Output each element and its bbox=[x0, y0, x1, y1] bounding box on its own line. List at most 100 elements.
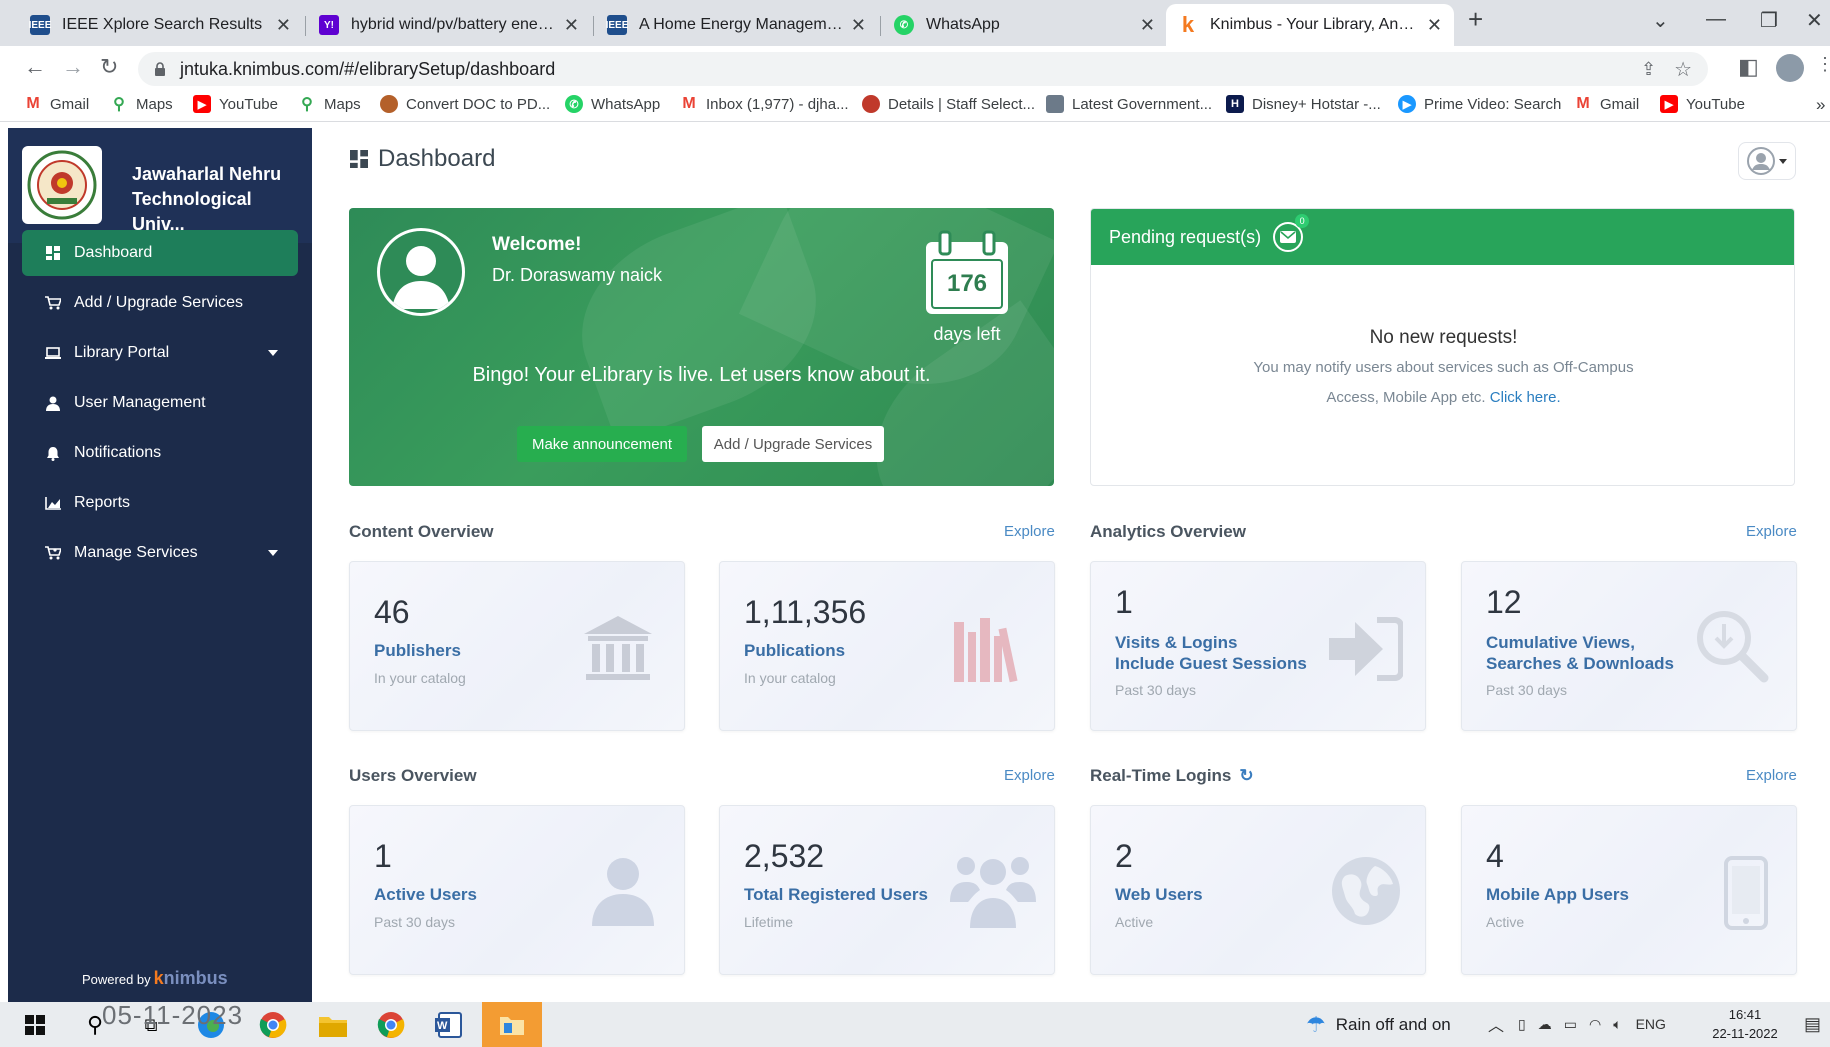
powered-by[interactable]: Powered by knimbus bbox=[82, 968, 228, 989]
chrome-icon[interactable] bbox=[374, 1008, 408, 1042]
browser-tab-strip: IEEE IEEE Xplore Search Results ✕ Y! hyb… bbox=[0, 0, 1830, 46]
share-icon[interactable]: ⇪ bbox=[1641, 59, 1656, 80]
users-overview-explore-link[interactable]: Explore bbox=[1004, 767, 1055, 784]
notification-center-icon[interactable]: ▤ bbox=[1804, 1014, 1821, 1035]
realtime-logins-explore-link[interactable]: Explore bbox=[1746, 767, 1797, 784]
bookmark-whatsapp[interactable]: ✆ WhatsApp bbox=[565, 95, 660, 113]
active-app-icon[interactable] bbox=[482, 1002, 542, 1047]
welcome-banner: Welcome! Dr. Doraswamy naick 176 days le… bbox=[349, 208, 1054, 486]
chevron-up-icon[interactable]: ︿ bbox=[1488, 1012, 1504, 1036]
sidebar-item-reports[interactable]: Reports bbox=[22, 480, 298, 526]
publishers-card[interactable]: 46 Publishers In your catalog bbox=[349, 561, 685, 731]
sidebar-item-manage-services[interactable]: Manage Services bbox=[22, 530, 298, 576]
web-users-count: 2 bbox=[1115, 838, 1133, 874]
bookmark-maps-2[interactable]: ⚲ Maps bbox=[298, 95, 361, 114]
restore-icon[interactable]: ❐ bbox=[1760, 8, 1778, 33]
days-left-value: 176 bbox=[946, 270, 988, 297]
tab-whatsapp[interactable]: ✆ WhatsApp ✕ bbox=[882, 6, 1167, 44]
windows-start-icon[interactable] bbox=[18, 1008, 52, 1042]
close-tab-icon[interactable]: ✕ bbox=[1427, 15, 1442, 36]
pending-requests-header: Pending request(s) 0 bbox=[1091, 209, 1794, 265]
bookmark-convert-doc[interactable]: Convert DOC to PD... bbox=[380, 95, 550, 113]
refresh-icon[interactable]: ↻ bbox=[1239, 766, 1253, 786]
language-indicator[interactable]: ENG bbox=[1636, 1016, 1666, 1032]
envelope-icon[interactable]: 0 bbox=[1273, 214, 1310, 252]
dashboard-icon bbox=[44, 244, 62, 262]
globe-icon bbox=[1331, 856, 1401, 931]
analytics-overview-explore-link[interactable]: Explore bbox=[1746, 523, 1797, 540]
new-tab-button[interactable]: + bbox=[1468, 4, 1483, 35]
svg-text:W: W bbox=[437, 1020, 448, 1032]
close-tab-icon[interactable]: ✕ bbox=[851, 15, 866, 36]
click-here-link[interactable]: Click here. bbox=[1490, 389, 1561, 406]
bookmark-govt[interactable]: Latest Government... bbox=[1046, 95, 1212, 113]
search-download-icon bbox=[1694, 608, 1770, 689]
side-panel-icon[interactable]: ◧ bbox=[1738, 54, 1759, 80]
minimize-icon[interactable]: — bbox=[1706, 8, 1726, 31]
youtube-icon: ▶ bbox=[1660, 95, 1678, 113]
bookmark-gmail[interactable]: M Gmail bbox=[24, 95, 89, 113]
content-overview-explore-link[interactable]: Explore bbox=[1004, 523, 1055, 540]
user-menu-button[interactable] bbox=[1738, 142, 1796, 180]
battery-icon[interactable]: ▭ bbox=[1564, 1016, 1577, 1033]
bookmark-gmail-2[interactable]: M Gmail bbox=[1574, 95, 1639, 113]
active-users-card[interactable]: 1 Active Users Past 30 days bbox=[349, 805, 685, 975]
close-tab-icon[interactable]: ✕ bbox=[564, 15, 579, 36]
sidebar-item-label: Manage Services bbox=[74, 544, 198, 561]
bookmark-prime-video[interactable]: ▶ Prime Video: Search bbox=[1398, 95, 1561, 113]
govt-icon bbox=[1046, 95, 1064, 113]
tab-yahoo-search[interactable]: Y! hybrid wind/pv/battery energy m ✕ bbox=[307, 6, 591, 44]
tab-knimbus[interactable]: k Knimbus - Your Library, Anywher ✕ bbox=[1166, 4, 1454, 46]
sidebar-item-user-management[interactable]: User Management bbox=[22, 380, 298, 426]
bookmark-youtube[interactable]: ▶ YouTube bbox=[193, 95, 278, 113]
gmail-icon: M bbox=[1576, 95, 1590, 112]
profile-avatar-icon[interactable] bbox=[1776, 54, 1804, 82]
tab-search-chevron-icon[interactable]: ⌄ bbox=[1652, 8, 1669, 33]
bookmark-maps[interactable]: ⚲ Maps bbox=[110, 95, 173, 114]
address-bar[interactable]: jntuka.knimbus.com/#/elibrarySetup/dashb… bbox=[138, 52, 1708, 86]
tab-ieee-xplore[interactable]: IEEE IEEE Xplore Search Results ✕ bbox=[18, 6, 303, 44]
tab-home-energy[interactable]: IEEE A Home Energy Management Sy ✕ bbox=[595, 6, 878, 44]
publications-card[interactable]: 1,11,356 Publications In your catalog bbox=[719, 561, 1055, 731]
chrome-icon[interactable] bbox=[256, 1008, 290, 1042]
sidebar-item-notifications[interactable]: Notifications bbox=[22, 430, 298, 476]
add-upgrade-services-button[interactable]: Add / Upgrade Services bbox=[702, 426, 884, 462]
back-icon[interactable]: ← bbox=[24, 54, 46, 80]
web-users-card[interactable]: 2 Web Users Active bbox=[1090, 805, 1426, 975]
system-clock[interactable]: 16:41 22-11-2022 bbox=[1700, 1005, 1790, 1043]
registered-users-count: 2,532 bbox=[744, 838, 825, 874]
sidebar-item-add-upgrade[interactable]: Add / Upgrade Services bbox=[22, 280, 298, 326]
device-icon[interactable]: ▯ bbox=[1518, 1016, 1526, 1033]
make-announcement-button[interactable]: Make announcement bbox=[517, 426, 687, 462]
file-explorer-icon[interactable] bbox=[316, 1008, 350, 1042]
bookmark-youtube-2[interactable]: ▶ YouTube bbox=[1660, 95, 1745, 113]
user-avatar-icon bbox=[377, 228, 465, 316]
cloud-icon[interactable]: ☁ bbox=[1538, 1016, 1552, 1033]
cumulative-views-card[interactable]: 12 Cumulative Views, Searches & Download… bbox=[1461, 561, 1797, 731]
mobile-users-card[interactable]: 4 Mobile App Users Active bbox=[1461, 805, 1797, 975]
publishers-label: Publishers bbox=[374, 641, 461, 660]
bookmark-inbox[interactable]: M Inbox (1,977) - djha... bbox=[680, 95, 848, 113]
browser-menu-icon[interactable]: ⋮ bbox=[1816, 54, 1830, 75]
word-icon[interactable]: W bbox=[432, 1008, 466, 1042]
volume-icon[interactable]: 🔈︎ bbox=[1613, 1016, 1621, 1033]
tab-separator bbox=[305, 16, 306, 36]
forward-icon[interactable]: → bbox=[62, 54, 84, 80]
visits-logins-card[interactable]: 1 Visits & Logins Include Guest Sessions… bbox=[1090, 561, 1426, 731]
reload-icon[interactable]: ↻ bbox=[100, 54, 118, 80]
bookmark-staff-select[interactable]: Details | Staff Select... bbox=[862, 95, 1035, 113]
url-text[interactable]: jntuka.knimbus.com/#/elibrarySetup/dashb… bbox=[180, 59, 555, 80]
close-tab-icon[interactable]: ✕ bbox=[1140, 15, 1155, 36]
more-bookmarks-icon[interactable]: » bbox=[1816, 95, 1825, 115]
close-window-icon[interactable]: ✕ bbox=[1806, 8, 1823, 33]
university-logo[interactable] bbox=[22, 146, 102, 224]
wifi-icon[interactable]: ◠ bbox=[1589, 1016, 1601, 1033]
registered-users-card[interactable]: 2,532 Total Registered Users Lifetime bbox=[719, 805, 1055, 975]
bookmark-star-icon[interactable]: ☆ bbox=[1674, 57, 1692, 82]
sidebar-item-library-portal[interactable]: Library Portal bbox=[22, 330, 298, 376]
close-tab-icon[interactable]: ✕ bbox=[276, 15, 291, 36]
bookmark-hotstar[interactable]: H Disney+ Hotstar -... bbox=[1226, 95, 1381, 113]
sidebar-item-dashboard[interactable]: Dashboard bbox=[22, 230, 298, 276]
chevron-down-icon bbox=[268, 550, 278, 556]
weather-widget[interactable]: ☂ Rain off and on bbox=[1306, 1012, 1451, 1038]
